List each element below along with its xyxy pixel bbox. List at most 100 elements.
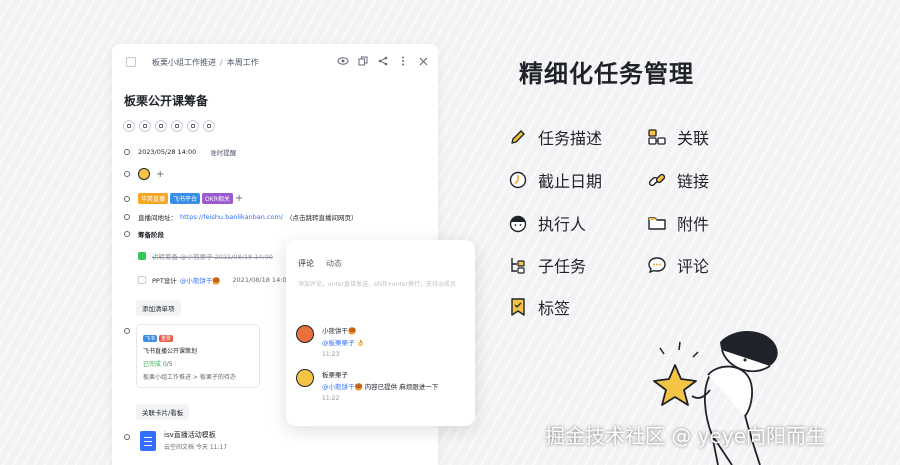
comment-time: 11:22 [322,395,340,402]
checklist-header: 筹备阶段 [122,229,164,239]
feature-item: 子任务 [508,253,586,277]
breadcrumb-list[interactable]: 本周工作 [227,58,259,67]
tag-badge[interactable]: 飞书平台 [170,193,201,204]
mini-status: 已完成 [143,361,162,368]
description-icon [122,212,132,222]
tag-tool-icon[interactable] [155,120,167,132]
tab-comment[interactable]: 评论 [298,258,314,269]
feature-item: 链接 [647,168,709,192]
subtask-checkbox[interactable] [138,276,146,284]
subtask-checkbox[interactable] [138,252,146,260]
tag-icon [122,194,132,204]
comment-author: 小熊饼干🥮 [322,327,357,335]
comment-input[interactable]: 添加评论，enter直接发送，shift+enter换行，支持@成员 [298,279,456,288]
feature-item: 附件 [647,211,709,235]
more-icon[interactable] [396,54,410,68]
breadcrumb-board[interactable]: 板栗小组工作推进 [152,58,216,67]
feature-label: 评论 [677,257,710,276]
feature-item: 关联 [647,125,709,149]
feature-item: 评论 [647,253,709,277]
mini-title: 飞书直播公开课策划 [143,348,198,355]
subtask-date: 2021/08/18 14:00 [232,276,291,284]
comment-mention[interactable]: @板栗栗子 [322,339,355,347]
subtask-row[interactable]: 讲转筹备 @小熊栗子 2021/08/18 14:00 [138,251,273,261]
add-checklist-button[interactable]: 添加清单项 [136,300,181,316]
checklist-section-title: 筹备阶段 [138,231,164,239]
subtask-label: 讲转筹备 @小熊栗子 2021/08/18 14:00 [152,253,273,261]
task-complete-checkbox[interactable] [126,57,136,67]
assignee-row: + [122,168,164,180]
close-icon[interactable] [416,54,430,68]
description-row[interactable]: 直播间地址： https://feishu.banlikanban.com/ （… [122,212,358,222]
doc-icon [140,430,156,451]
attachment-tool-icon[interactable] [203,120,215,132]
doc-name: isv直播活动模板 [164,431,216,439]
feature-item: 截止日期 [508,168,602,192]
relation-icon [122,326,132,336]
eye-icon[interactable] [336,54,350,68]
comment-panel: 评论 动态 添加评论，enter直接发送，shift+enter换行，支持@成员… [286,240,475,426]
copy-icon[interactable] [356,54,370,68]
comment-author: 板栗栗子 [322,371,348,379]
add-tag-icon[interactable]: + [235,193,243,204]
comment-text: 内容已提供 麻烦跟进一下 [362,383,439,391]
feature-label: 子任务 [538,257,587,276]
tag-badge[interactable]: 华笑直播 [138,193,169,204]
task-title[interactable]: 板栗公开课筹备 [124,92,208,109]
comment-item: 板栗栗子 @小熊饼干🥮 内容已提供 麻烦跟进一下 11:22 [296,369,438,405]
person-icon [509,215,527,233]
feature-label: 截止日期 [538,172,603,191]
relation-icon [648,129,666,145]
comment-icon [648,257,666,274]
assignee-avatar[interactable] [138,168,150,180]
tag-badge[interactable]: OKR相关 [202,193,233,204]
breadcrumb-separator: / [220,58,223,67]
description-prefix: 直播间地址： [138,214,177,222]
mini-progress: 0/5 [162,361,173,368]
subtask-assignee[interactable]: @小熊饼干🥮 [180,275,221,285]
feature-label: 任务描述 [538,129,603,148]
checklist-tool-icon[interactable] [171,120,183,132]
tags-row: 华笑直播 飞书平台 OKR相关 + [122,193,243,204]
comment-mention[interactable]: @小熊饼干🥮 [322,383,363,391]
add-assignee-icon[interactable]: + [156,169,164,180]
avatar [296,369,314,387]
comment-time: 11:23 [322,351,340,358]
checklist-icon [122,229,132,239]
tab-activity[interactable]: 动态 [326,258,342,269]
due-date-tool-icon[interactable] [123,120,135,132]
tag-icon [511,298,525,316]
subtask-icon [511,258,525,274]
assignee-tool-icon[interactable] [139,120,151,132]
watermark: 掘金技术社区 @ yeye向阳而生 [545,424,826,448]
relate-card-button[interactable]: 关联卡片/看板 [136,404,190,420]
feature-label: 关联 [677,129,710,148]
feature-label: 附件 [677,215,710,234]
mini-tag: 飞书 [143,335,158,342]
feature-item: 任务描述 [508,125,602,149]
mini-path: 板栗小组工作推进 > 板栗子的待办 [143,374,236,381]
comment-item: 小熊饼干🥮 @板栗栗子 👌 11:23 [296,325,365,361]
related-card[interactable]: 飞书 重要 飞书直播公开课策划 已完成 0/5 板栗小组工作推进 > 板栗子的待办 [136,324,260,388]
feature-item: 执行人 [508,211,586,235]
pencil-icon [511,130,525,144]
remind-value: 准时提醒 [210,149,237,157]
clock-icon [509,171,527,189]
relation-tool-icon[interactable] [187,120,199,132]
feature-label: 标签 [538,299,571,318]
clock-icon [122,147,132,157]
attachment-doc[interactable]: isv直播活动模板 云空间文档 今天 11:17 [140,430,227,451]
description-link[interactable]: https://feishu.banlikanban.com/ [180,213,283,221]
page-title: 精细化任务管理 [519,60,694,88]
feature-item: 标签 [508,295,570,319]
folder-icon [648,217,666,230]
share-icon[interactable] [376,54,390,68]
subtask-row[interactable]: PPT设计 @小熊饼干🥮 2021/08/18 14:00 [138,275,291,285]
comment-text: 👌 [354,339,365,347]
person-icon [122,169,132,179]
due-date-row[interactable]: 2023/05/28 14:00 准时提醒 [122,147,236,157]
mini-tag: 重要 [159,335,174,342]
description-suffix: （点击跳转直播间网页） [286,214,358,222]
link-icon [648,173,666,187]
feature-label: 执行人 [538,215,587,234]
